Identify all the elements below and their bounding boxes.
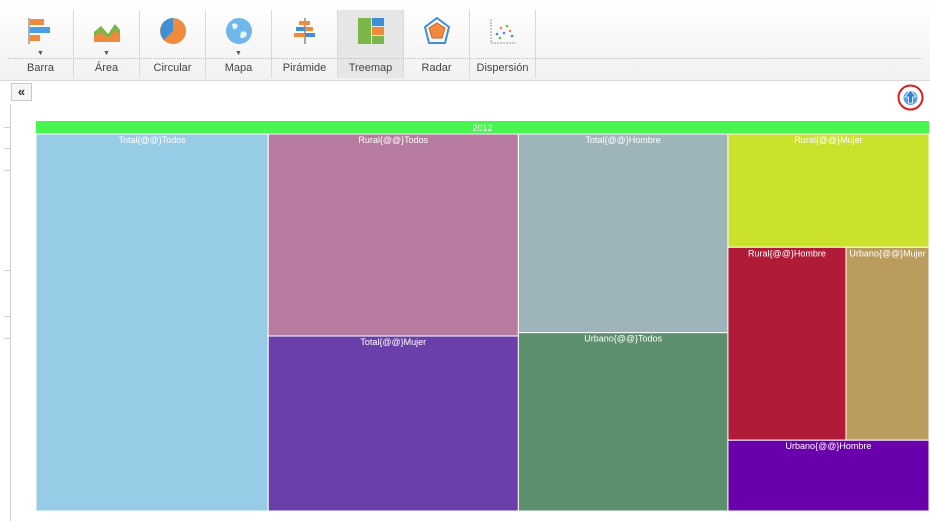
panel-tick	[4, 170, 10, 171]
pyramid-chart-icon	[294, 18, 315, 44]
up-arrow-icon	[897, 84, 924, 111]
treemap-cell-label: Rural{@@}Mujer	[794, 135, 862, 145]
treemap-cell[interactable]	[727, 133, 929, 248]
collapse-panel-button[interactable]: «	[11, 83, 32, 101]
treemap-cell-label: Total{@@}Mujer	[360, 337, 426, 347]
treemap-svg: 2012 Total{@@}Todos Rural{@@}TodosTotal{@…	[36, 121, 929, 511]
treemap-chart: 2012 Total{@@}Todos Rural{@@}Todos Total{@…	[36, 121, 929, 511]
tool-label: Treemap	[348, 62, 393, 74]
treemap-cell-label: Urbano{@@}Todos	[584, 334, 662, 344]
tool-scatter[interactable]: Dispersión	[470, 10, 536, 78]
tool-label: Área	[94, 62, 119, 74]
tool-pie-chart[interactable]: Circular	[140, 10, 206, 78]
bar-chart-icon	[28, 18, 50, 44]
tool-bar-chart[interactable]: ▼ Barra	[8, 10, 74, 78]
treemap-cell[interactable]	[517, 133, 729, 334]
panel-tick	[4, 338, 10, 339]
tool-label: Barra	[27, 62, 54, 74]
dropdown-caret-icon[interactable]: ▼	[235, 50, 242, 57]
chart-type-toolbar: ▼ Barra ▼ Área Circular ▼ Mapa Pirámide …	[0, 0, 930, 81]
tool-label: Dispersión	[476, 62, 529, 74]
treemap-cells: Total{@@}Todos Rural{@@}Todos Total{@@}Muj…	[36, 133, 929, 511]
panel-tick	[4, 270, 10, 271]
treemap-cell[interactable]	[267, 133, 519, 337]
tool-label: Pirámide	[282, 62, 327, 74]
tool-label: Circular	[153, 62, 192, 74]
treemap-cell-label: Urbano{@@}Mujer	[849, 248, 925, 258]
treemap-cell-label: Total{@@}Hombre	[585, 135, 660, 145]
treemap-cell-label: Urbano{@@}Hombre	[786, 441, 872, 451]
treemap-cell-label: Rural{@@}Todos	[358, 135, 428, 145]
treemap-cell[interactable]	[727, 246, 847, 441]
root-header-label: 2012	[472, 123, 492, 133]
navigate-up-button[interactable]	[897, 84, 924, 111]
tool-treemap[interactable]: Treemap	[338, 10, 404, 78]
treemap-cell[interactable]	[36, 133, 269, 511]
area-chart-icon	[94, 24, 120, 42]
treemap-cell[interactable]	[845, 246, 929, 441]
treemap-icon	[358, 18, 384, 44]
pie-chart-icon	[160, 18, 186, 44]
dropdown-caret-icon[interactable]: ▼	[37, 50, 44, 57]
panel-tick	[4, 148, 10, 149]
treemap-cell[interactable]	[267, 335, 519, 511]
tool-map[interactable]: ▼ Mapa	[206, 10, 272, 78]
tool-pyramid[interactable]: Pirámide	[272, 10, 338, 78]
chart-type-buttons: ▼ Barra ▼ Área Circular ▼ Mapa Pirámide …	[8, 10, 536, 78]
scatter-chart-icon	[490, 19, 516, 44]
tool-radar[interactable]: Radar	[404, 10, 470, 78]
treemap-cell[interactable]	[517, 332, 729, 511]
tool-area-chart[interactable]: ▼ Área	[74, 10, 140, 78]
panel-tick	[4, 127, 10, 128]
panel-tick	[4, 316, 10, 317]
dropdown-caret-icon[interactable]: ▼	[103, 50, 110, 57]
treemap-cell-label: Rural{@@}Hombre	[748, 248, 826, 258]
toolbar-divider	[8, 58, 922, 59]
tool-label: Mapa	[224, 62, 253, 74]
globe-icon	[226, 18, 252, 44]
treemap-cell-label: Total{@@}Todos	[118, 135, 186, 145]
tool-label: Radar	[421, 62, 452, 74]
radar-chart-icon	[423, 16, 451, 44]
left-panel-edge	[10, 104, 11, 521]
